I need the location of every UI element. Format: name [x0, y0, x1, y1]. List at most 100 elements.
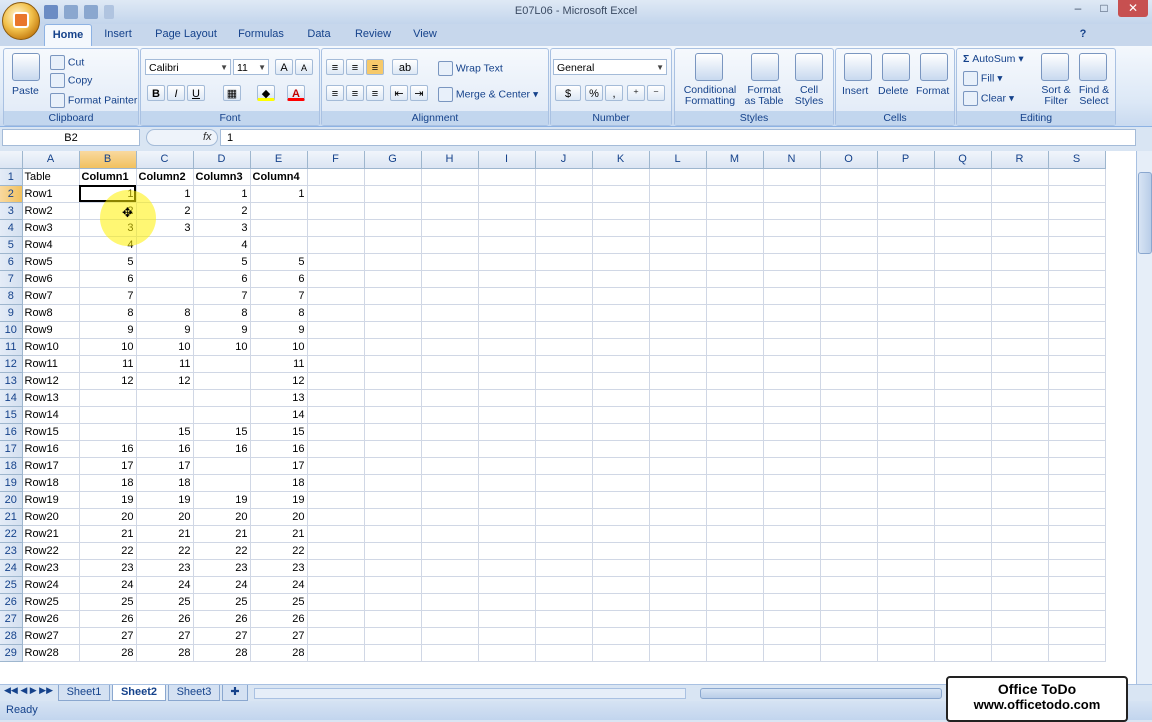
cell-k28[interactable] — [592, 627, 650, 645]
cell-p28[interactable] — [877, 627, 935, 645]
cell-d8[interactable]: 7 — [193, 287, 251, 305]
cell-k12[interactable] — [592, 355, 650, 373]
cell-i12[interactable] — [478, 355, 536, 373]
cell-p25[interactable] — [877, 576, 935, 594]
cell-e9[interactable]: 8 — [250, 304, 308, 322]
cell-o6[interactable] — [820, 253, 878, 271]
cell-k26[interactable] — [592, 593, 650, 611]
cell-e6[interactable]: 5 — [250, 253, 308, 271]
cell-l28[interactable] — [649, 627, 707, 645]
worksheet-grid[interactable]: A B C D E F G H I J K L M N O P Q R S 1 Table Column1 Column2 C… — [0, 151, 1136, 684]
cell-n8[interactable] — [763, 287, 821, 305]
cell-m4[interactable] — [706, 219, 764, 237]
cell-k23[interactable] — [592, 542, 650, 560]
cell-s27[interactable] — [1048, 610, 1106, 628]
cell-j1[interactable] — [535, 168, 593, 186]
cell-i26[interactable] — [478, 593, 536, 611]
column-header-n[interactable]: N — [763, 151, 821, 169]
cell-n7[interactable] — [763, 270, 821, 288]
cell-q14[interactable] — [934, 389, 992, 407]
cell-c9[interactable]: 8 — [136, 304, 194, 322]
cell-n26[interactable] — [763, 593, 821, 611]
cell-c14[interactable] — [136, 389, 194, 407]
cell-h23[interactable] — [421, 542, 479, 560]
cell-q6[interactable] — [934, 253, 992, 271]
cell-q4[interactable] — [934, 219, 992, 237]
cell-d26[interactable]: 25 — [193, 593, 251, 611]
cell-l1[interactable] — [649, 168, 707, 186]
cell-l4[interactable] — [649, 219, 707, 237]
cell-l29[interactable] — [649, 644, 707, 662]
cell-f10[interactable] — [307, 321, 365, 339]
cell-r2[interactable] — [991, 185, 1049, 203]
cell-s8[interactable] — [1048, 287, 1106, 305]
row-header[interactable]: 7 — [0, 270, 23, 288]
align-left-button[interactable]: ≡ — [326, 85, 344, 101]
cell-b24[interactable]: 23 — [79, 559, 137, 577]
cell-c16[interactable]: 15 — [136, 423, 194, 441]
row-header[interactable]: 24 — [0, 559, 23, 577]
row-header[interactable]: 23 — [0, 542, 23, 560]
column-header-b[interactable]: B — [79, 151, 137, 169]
cell-a21[interactable]: Row20 — [22, 508, 80, 526]
cell-d1[interactable]: Column3 — [193, 168, 251, 186]
cell-k20[interactable] — [592, 491, 650, 509]
cell-b25[interactable]: 24 — [79, 576, 137, 594]
cell-q1[interactable] — [934, 168, 992, 186]
cell-e21[interactable]: 20 — [250, 508, 308, 526]
cell-r23[interactable] — [991, 542, 1049, 560]
cell-h8[interactable] — [421, 287, 479, 305]
format-cells-button[interactable]: Format — [916, 85, 949, 97]
cell-f5[interactable] — [307, 236, 365, 254]
cell-i22[interactable] — [478, 525, 536, 543]
cell-a9[interactable]: Row8 — [22, 304, 80, 322]
cell-j29[interactable] — [535, 644, 593, 662]
cell-i25[interactable] — [478, 576, 536, 594]
cell-n9[interactable] — [763, 304, 821, 322]
cell-c15[interactable] — [136, 406, 194, 424]
cell-b1[interactable]: Column1 — [79, 168, 137, 186]
cell-o22[interactable] — [820, 525, 878, 543]
insert-function-button[interactable]: fx — [146, 129, 218, 146]
cell-s29[interactable] — [1048, 644, 1106, 662]
cell-e27[interactable]: 26 — [250, 610, 308, 628]
cell-e12[interactable]: 11 — [250, 355, 308, 373]
cell-o2[interactable] — [820, 185, 878, 203]
cell-a24[interactable]: Row23 — [22, 559, 80, 577]
cell-e16[interactable]: 15 — [250, 423, 308, 441]
cell-k22[interactable] — [592, 525, 650, 543]
cell-a1[interactable]: Table — [22, 168, 80, 186]
cell-b26[interactable]: 25 — [79, 593, 137, 611]
cell-s23[interactable] — [1048, 542, 1106, 560]
cell-a22[interactable]: Row21 — [22, 525, 80, 543]
cell-c5[interactable] — [136, 236, 194, 254]
format-painter-button[interactable]: Format Painter — [50, 93, 137, 108]
cell-b14[interactable] — [79, 389, 137, 407]
cell-a17[interactable]: Row16 — [22, 440, 80, 458]
cell-c17[interactable]: 16 — [136, 440, 194, 458]
font-color-button[interactable]: A — [287, 85, 305, 101]
cell-s11[interactable] — [1048, 338, 1106, 356]
cell-m20[interactable] — [706, 491, 764, 509]
cell-d9[interactable]: 8 — [193, 304, 251, 322]
cell-e13[interactable]: 12 — [250, 372, 308, 390]
cell-j12[interactable] — [535, 355, 593, 373]
cell-b17[interactable]: 16 — [79, 440, 137, 458]
cell-j13[interactable] — [535, 372, 593, 390]
row-header[interactable]: 26 — [0, 593, 23, 611]
cell-p12[interactable] — [877, 355, 935, 373]
cell-p29[interactable] — [877, 644, 935, 662]
cell-e1[interactable]: Column4 — [250, 168, 308, 186]
cell-r15[interactable] — [991, 406, 1049, 424]
cell-q23[interactable] — [934, 542, 992, 560]
cell-d21[interactable]: 20 — [193, 508, 251, 526]
cell-o4[interactable] — [820, 219, 878, 237]
cell-b8[interactable]: 7 — [79, 287, 137, 305]
cell-a26[interactable]: Row25 — [22, 593, 80, 611]
cell-r18[interactable] — [991, 457, 1049, 475]
cell-b16[interactable] — [79, 423, 137, 441]
cell-a14[interactable]: Row13 — [22, 389, 80, 407]
cell-a25[interactable]: Row24 — [22, 576, 80, 594]
cell-h11[interactable] — [421, 338, 479, 356]
align-top-button[interactable]: ≡ — [326, 59, 344, 75]
